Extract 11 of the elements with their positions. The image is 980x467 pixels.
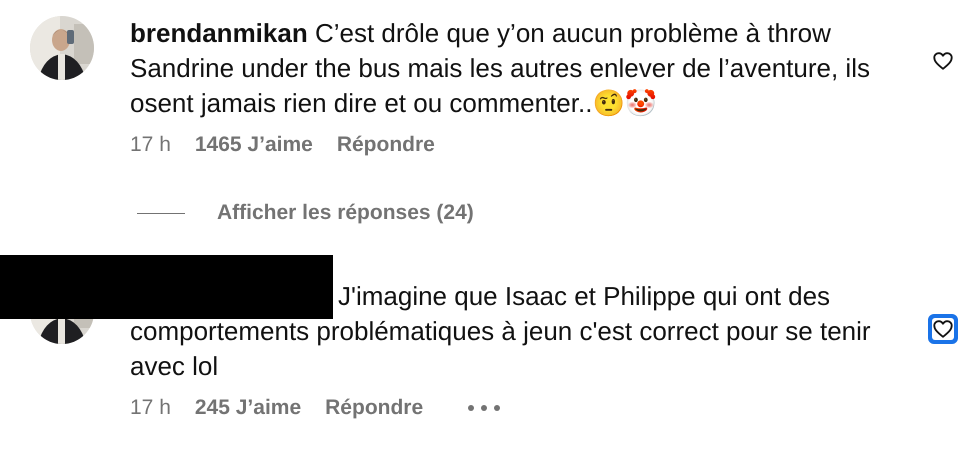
comment-text: J'imagine que Isaac et Philippe qui ont des comportements problématiques à jeun c'est correct pour se tenir avec lol (130, 280, 872, 383)
comment-text: brendanmikan C’est drôle que y’on aucun problème à throw Sandrine under the bus mais les autres enlever de l’aventure, ils osent jamais rien dire et ou commenter..🤨🤡 (130, 17, 871, 120)
likes-button[interactable]: 245 J’aime (194, 396, 302, 420)
reply-button[interactable]: Répondre (325, 396, 424, 420)
likes-button[interactable]: 1465 J’aime (194, 133, 313, 157)
comment-time: 17 h (130, 133, 171, 157)
comment-time: 17 h (130, 396, 171, 420)
reply-button[interactable]: Répondre (336, 133, 435, 157)
like-button[interactable] (928, 314, 958, 344)
view-replies-button[interactable]: Afficher les réponses (24) (217, 201, 474, 225)
more-icon[interactable] (467, 404, 502, 412)
